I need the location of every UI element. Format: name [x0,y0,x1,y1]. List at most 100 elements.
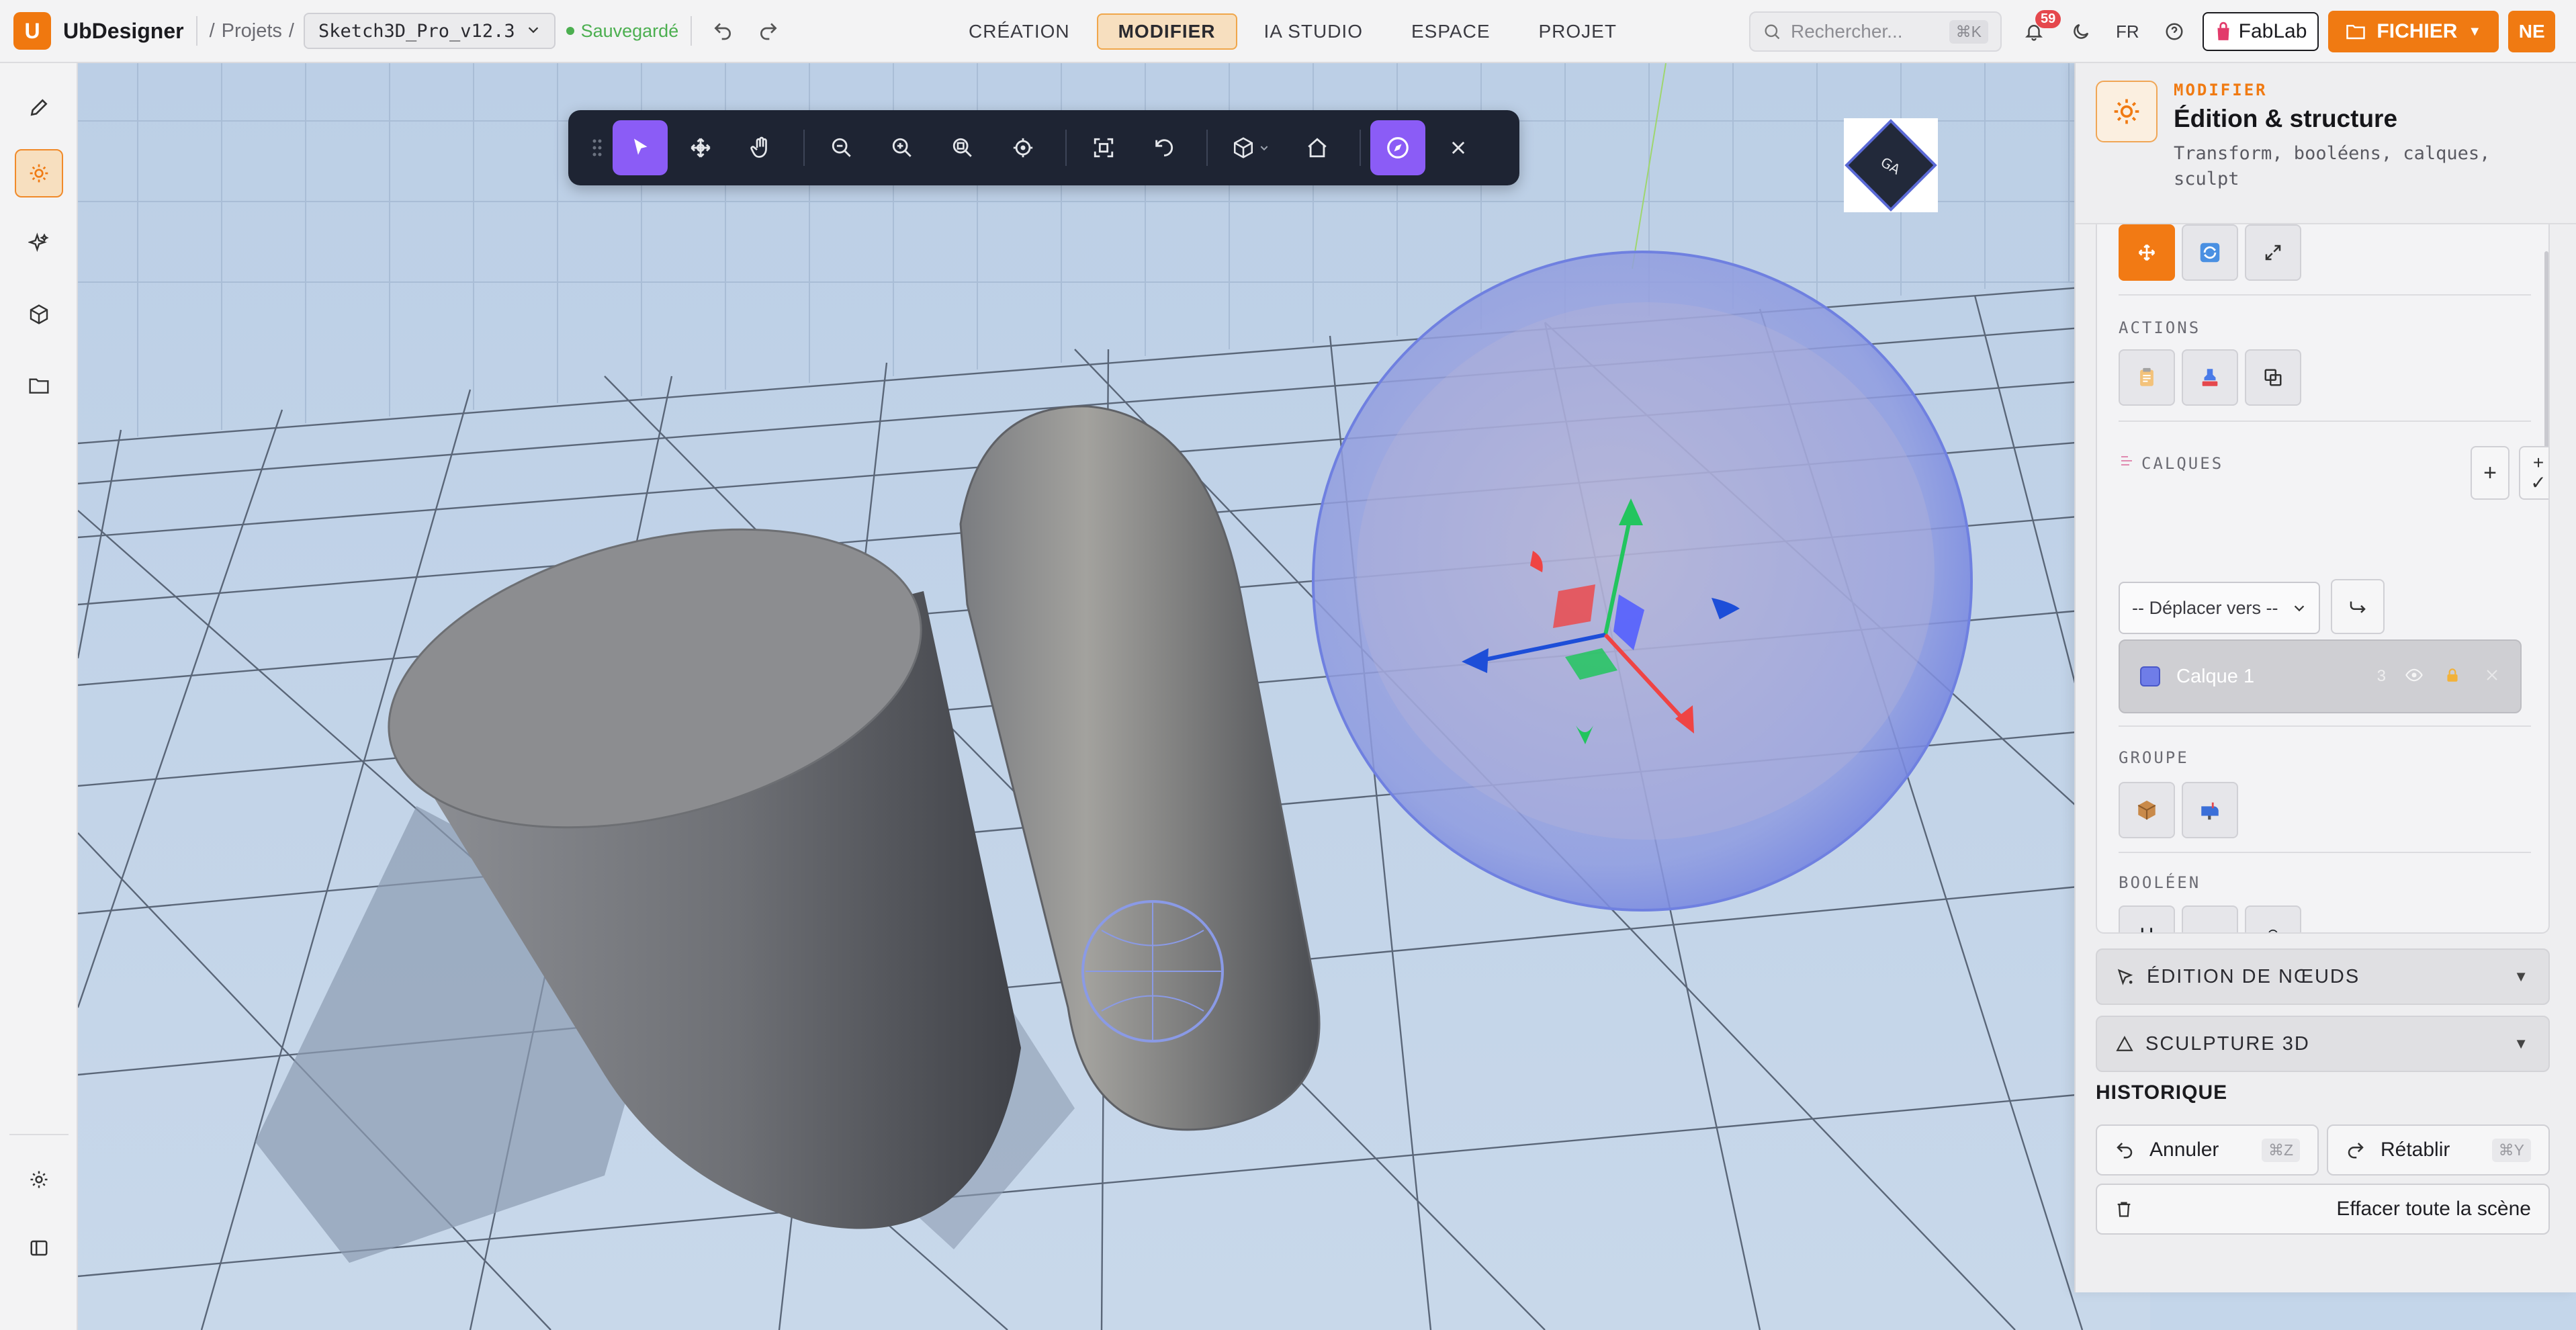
main-nav: CRÉATION MODIFIER IA STUDIO ESPACE PROJE… [947,0,1638,63]
divider [691,16,693,46]
move-tool-button[interactable] [673,120,728,175]
frame-all-button[interactable] [1076,120,1131,175]
copy-button[interactable] [2119,349,2175,406]
home-view-button[interactable] [1290,120,1345,175]
left-toolbar [0,63,78,1330]
panel-scroll-area[interactable]: ACTIONS CALQUES + + ✓ -- Déplacer vers -- [2096,224,2550,934]
boolean-subtract-button[interactable]: − [2182,905,2238,932]
layer-color-swatch[interactable] [2140,666,2160,686]
fablab-button[interactable]: FabLab [2202,12,2319,51]
fablab-label: FabLab [2238,20,2307,42]
toggle-sidebar-button[interactable] [15,1224,63,1272]
search-icon [1765,24,1780,40]
add-layer-button[interactable]: + [2471,446,2510,500]
stamp-icon [2202,369,2218,386]
section-layers: CALQUES [2141,454,2224,473]
project-selector[interactable]: Sketch3D_Pro_v12.3 [303,13,556,49]
sparkle-icon [28,232,49,253]
delete-layer-icon[interactable] [2484,667,2500,686]
save-status-label: Sauvegardé [580,20,679,41]
layer-row[interactable]: Calque 1 3 [2119,639,2522,713]
divider [195,16,197,46]
project-tool-button[interactable] [15,361,63,410]
zoom-fit-button[interactable] [935,120,990,175]
breadcrumb-projects[interactable]: Projets [222,20,282,42]
plus-icon: + [2483,459,2497,486]
space-tool-button[interactable] [15,290,63,339]
properties-panel: MODIFIER Édition & structure Transform, … [2074,63,2576,1292]
ai-tool-button[interactable] [15,219,63,267]
undo-icon [2117,1143,2133,1159]
history-undo-label: Annuler [2149,1139,2219,1161]
ungroup-button[interactable] [2182,782,2238,838]
notifications-button[interactable]: 59 [2015,10,2061,50]
draw-tool-button[interactable] [15,83,63,132]
tab-ia-studio[interactable]: IA STUDIO [1243,13,1384,50]
redo-icon [760,23,777,40]
3d-viewport[interactable]: GA [78,63,2150,1330]
view-mode-dropdown[interactable] [1217,120,1284,175]
header-right-tools: 59 FR FabLab FICHIER ▼ NE [2015,0,2556,63]
zoom-in-icon [892,138,912,157]
panel-header: MODIFIER Édition & structure Transform, … [2076,63,2576,224]
modify-tool-button[interactable] [15,149,63,197]
redo-icon [2348,1143,2364,1159]
eye-icon[interactable] [2405,666,2424,688]
move-to-layer-button[interactable] [2331,579,2385,634]
sun-icon [30,164,48,183]
caret-down-icon: ▼ [2468,24,2482,39]
rotate-tool-button[interactable] [2182,224,2238,281]
rotate-icon [2200,242,2220,263]
navigation-mode-button[interactable] [1370,120,1425,175]
accordion-node-edit[interactable]: ÉDITION DE NŒUDS ▼ [2096,948,2550,1005]
file-menu-button[interactable]: FICHIER ▼ [2328,11,2499,52]
scene-canvas[interactable] [78,63,2150,1330]
add-layer-from-selection-button[interactable]: + ✓ [2519,446,2548,500]
history-redo-button[interactable]: Rétablir ⌘Y [2327,1124,2550,1176]
pan-tool-button[interactable] [734,120,789,175]
zoom-in-button[interactable] [875,120,930,175]
group-button[interactable] [2119,782,2175,838]
tab-creation[interactable]: CRÉATION [947,13,1092,50]
scale-icon [2265,245,2281,261]
app-logo[interactable]: U [13,12,51,50]
redo-button[interactable] [750,12,787,50]
navigation-cube[interactable]: GA [1844,118,1938,212]
theme-toggle[interactable] [2062,13,2100,50]
save-status: Sauvegardé [566,20,679,42]
paste-button[interactable] [2182,349,2238,406]
undo-button[interactable] [704,12,742,50]
select-tool-button[interactable] [613,120,668,175]
toolbar-drag-handle[interactable] [587,120,607,175]
sphere-object[interactable] [1312,251,1973,912]
boolean-intersect-button[interactable]: ∩ [2245,905,2301,932]
language-switch[interactable]: FR [2109,21,2146,42]
settings-button[interactable] [15,1155,63,1204]
reset-view-button[interactable] [1137,120,1192,175]
tab-espace[interactable]: ESPACE [1390,13,1512,50]
accordion-sculpt[interactable]: SCULPTURE 3D ▼ [2096,1016,2550,1072]
scale-tool-button[interactable] [2245,224,2301,281]
duplicate-button[interactable] [2245,349,2301,406]
tab-modifier[interactable]: MODIFIER [1096,13,1237,50]
tab-projet[interactable]: PROJET [1517,13,1638,50]
divider [2119,725,2531,727]
zoom-out-button[interactable] [814,120,869,175]
help-button[interactable] [2156,13,2193,50]
history-undo-button[interactable]: Annuler ⌘Z [2096,1124,2319,1176]
layer-name[interactable]: Calque 1 [2176,666,2254,688]
clear-scene-button[interactable]: Effacer toute la scène [2096,1184,2550,1235]
user-avatar[interactable]: NE [2508,11,2556,52]
boolean-union-button[interactable]: ∪ [2119,905,2175,932]
clipboard-icon [2140,367,2153,386]
translate-tool-button[interactable] [2119,224,2175,281]
breadcrumb-separator: / [288,19,294,42]
rotate-ccw-icon [1155,139,1173,157]
search-input[interactable]: Rechercher... ⌘K [1749,11,2002,52]
modify-mode-icon [2096,81,2158,142]
move-to-layer-select[interactable]: -- Déplacer vers -- [2119,582,2320,634]
focus-selection-button[interactable] [995,120,1051,175]
lock-icon[interactable] [2444,666,2461,687]
close-toolbar-button[interactable] [1431,120,1486,175]
caret-down-icon: ▼ [2514,968,2530,985]
